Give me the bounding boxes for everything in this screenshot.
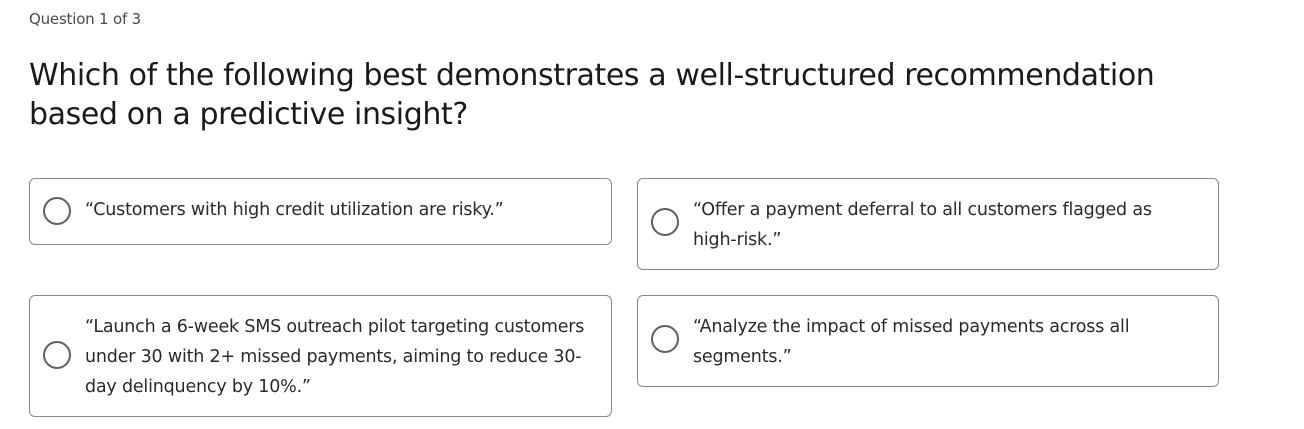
radio-button-icon[interactable] (43, 341, 71, 369)
radio-button-icon[interactable] (43, 197, 71, 225)
answer-option-c[interactable]: “Launch a 6-week SMS outreach pilot targ… (29, 295, 612, 417)
answer-option-label: “Analyze the impact of missed payments a… (693, 317, 1130, 367)
answer-option-label: “Launch a 6-week SMS outreach pilot targ… (85, 317, 585, 397)
question-counter: Question 1 of 3 (29, 10, 141, 28)
answer-option-d[interactable]: “Analyze the impact of missed payments a… (637, 295, 1219, 387)
answer-option-a[interactable]: “Customers with high credit utilization … (29, 178, 612, 245)
radio-button-icon[interactable] (651, 325, 679, 353)
answer-option-label: “Customers with high credit utilization … (85, 200, 504, 220)
question-text: Which of the following best demonstrates… (29, 58, 1155, 132)
radio-button-icon[interactable] (651, 208, 679, 236)
answer-option-b[interactable]: “Offer a payment deferral to all custome… (637, 178, 1219, 270)
answer-option-label: “Offer a payment deferral to all custome… (693, 200, 1152, 250)
